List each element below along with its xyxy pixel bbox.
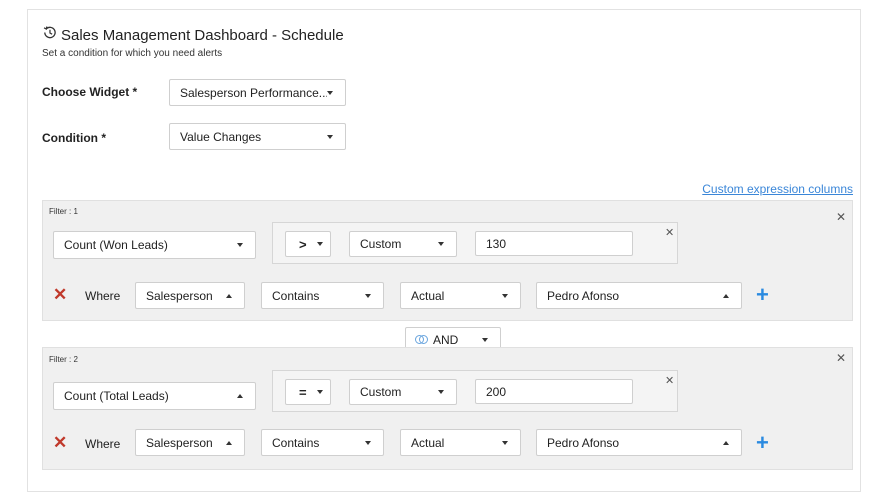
widget-dropdown[interactable]: Salesperson Performance... xyxy=(169,79,346,106)
where-field-value: Salesperson xyxy=(146,435,213,450)
filter-label: Filter : 2 xyxy=(49,355,78,364)
value-input[interactable]: 130 xyxy=(475,231,633,256)
widget-dropdown-value: Salesperson Performance... xyxy=(180,85,327,100)
measure-value: Count (Total Leads) xyxy=(64,389,169,403)
value-type-dropdown[interactable]: Custom xyxy=(349,231,457,257)
custom-expression-link[interactable]: Custom expression columns xyxy=(702,182,853,196)
operator-group: = Custom 200 ✕ xyxy=(272,370,678,412)
filter-1: Filter : 1 ✕ Count (Won Leads) > Custom … xyxy=(42,200,853,321)
where-field-dropdown[interactable]: Salesperson xyxy=(135,282,245,309)
value-type-dropdown[interactable]: Custom xyxy=(349,379,457,405)
where-value-text: Pedro Afonso xyxy=(547,288,620,303)
condition-dropdown-value: Value Changes xyxy=(180,129,262,144)
filter-2: Filter : 2 ✕ Count (Total Leads) = Custo… xyxy=(42,347,853,470)
chevron-down-icon xyxy=(327,90,333,95)
operator-dropdown[interactable]: = xyxy=(285,379,331,405)
close-icon[interactable]: ✕ xyxy=(665,374,674,387)
chevron-up-icon xyxy=(237,394,243,398)
value-input-text: 200 xyxy=(486,384,507,399)
filter-label: Filter : 1 xyxy=(49,207,78,216)
chevron-down-icon xyxy=(438,390,444,394)
value-type-value: Custom xyxy=(360,385,402,399)
chevron-down-icon xyxy=(317,242,323,246)
where-mode-dropdown[interactable]: Actual xyxy=(400,429,521,456)
where-value-dropdown[interactable]: Pedro Afonso xyxy=(536,282,742,309)
where-value-dropdown[interactable]: Pedro Afonso xyxy=(536,429,742,456)
close-icon[interactable]: ✕ xyxy=(665,226,674,239)
value-input[interactable]: 200 xyxy=(475,379,633,404)
condition-label: Condition * xyxy=(42,131,106,145)
chevron-down-icon xyxy=(317,390,323,394)
chevron-up-icon xyxy=(226,293,232,298)
where-mode-value: Actual xyxy=(411,288,445,303)
chevron-up-icon xyxy=(723,293,729,298)
where-match-value: Contains xyxy=(272,288,320,303)
operator-dropdown[interactable]: > xyxy=(285,231,331,257)
operator-value: > xyxy=(299,236,307,252)
where-mode-value: Actual xyxy=(411,435,445,450)
where-field-value: Salesperson xyxy=(146,288,213,303)
condition-dropdown[interactable]: Value Changes xyxy=(169,123,346,150)
measure-value: Count (Won Leads) xyxy=(64,238,168,252)
where-match-dropdown[interactable]: Contains xyxy=(261,282,384,309)
remove-row-icon[interactable]: ✕ xyxy=(53,286,67,303)
chevron-up-icon xyxy=(723,440,729,445)
chevron-down-icon xyxy=(365,440,371,445)
where-mode-dropdown[interactable]: Actual xyxy=(400,282,521,309)
history-clock-icon xyxy=(42,25,57,45)
close-icon[interactable]: ✕ xyxy=(836,210,846,224)
value-input-text: 130 xyxy=(486,236,507,251)
remove-row-icon[interactable]: ✕ xyxy=(53,434,67,451)
chevron-up-icon xyxy=(226,440,232,445)
add-row-icon[interactable]: + xyxy=(756,284,769,306)
measure-dropdown[interactable]: Count (Total Leads) xyxy=(53,382,256,410)
chevron-down-icon xyxy=(327,134,333,139)
operator-value: = xyxy=(299,384,307,400)
add-row-icon[interactable]: + xyxy=(756,432,769,454)
page-subtitle: Set a condition for which you need alert… xyxy=(42,48,223,59)
operator-group: > Custom 130 ✕ xyxy=(272,222,678,264)
conjunction-value: AND xyxy=(433,333,459,347)
close-icon[interactable]: ✕ xyxy=(836,351,846,365)
title-row: Sales Management Dashboard - Schedule xyxy=(42,25,344,45)
chevron-down-icon xyxy=(237,243,243,247)
where-label: Where xyxy=(85,437,121,451)
chevron-down-icon xyxy=(482,338,488,342)
where-match-value: Contains xyxy=(272,435,320,450)
intersect-circles-icon xyxy=(415,335,429,345)
chevron-down-icon xyxy=(365,293,371,298)
value-type-value: Custom xyxy=(360,237,402,251)
chevron-down-icon xyxy=(502,440,508,445)
chevron-down-icon xyxy=(502,293,508,298)
where-label: Where xyxy=(85,289,121,303)
where-match-dropdown[interactable]: Contains xyxy=(261,429,384,456)
choose-widget-label: Choose Widget * xyxy=(42,85,138,99)
where-field-dropdown[interactable]: Salesperson xyxy=(135,429,245,456)
page-title: Sales Management Dashboard - Schedule xyxy=(61,26,344,44)
measure-dropdown[interactable]: Count (Won Leads) xyxy=(53,231,256,259)
where-value-text: Pedro Afonso xyxy=(547,435,620,450)
chevron-down-icon xyxy=(438,242,444,246)
